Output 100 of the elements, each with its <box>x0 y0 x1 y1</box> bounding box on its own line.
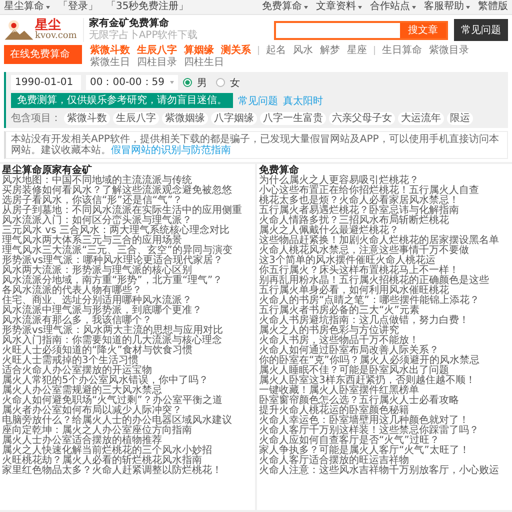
article-link[interactable]: 别再乱用粉水晶！五行属火招桃花的正确颜色是这些 <box>259 276 510 286</box>
article-link[interactable]: 一键收藏！属火人卧室摆件红黑榜单 <box>259 386 510 396</box>
date-field[interactable]: 1990-01-01 <box>11 75 81 90</box>
article-link[interactable]: 风水流派有那么多，我该信哪个？ <box>2 316 253 326</box>
submit-button[interactable]: 免费测算，仅供娱乐参考研究，请勿盲目迷信。 <box>11 93 233 108</box>
article-link[interactable]: 火旺桃花劫？属火人必看的斩烂桃花风水指南 <box>2 456 253 466</box>
nav-link[interactable]: 紫微生日 <box>90 57 130 68</box>
article-link[interactable]: 提升火命人桃花运的卧室颜色秘籍 <box>259 406 510 416</box>
nav-link[interactable]: 四柱目录 <box>137 57 177 68</box>
caret-icon <box>466 6 470 8</box>
top-menu-link[interactable]: 免费算命 <box>262 1 308 13</box>
tag: 八字姻缘 <box>211 112 257 124</box>
article-link[interactable]: 火旺人士必须知道的“降火”食材与饮食习惯 <box>2 346 253 356</box>
article-link[interactable]: 火命人如何避免职场“火气过剩”？办公室平衡之道 <box>2 396 253 406</box>
article-link[interactable]: 属火之人佩戴什么最避烂桃花？ <box>259 226 510 236</box>
top-menu-link[interactable]: 合作站点 <box>370 1 416 13</box>
article-link[interactable]: 火命人注意：这些风水吉祥物千万别放客厅，小心败运 <box>259 466 510 476</box>
article-link[interactable]: 火命人的书房“点睛之笔”：哪些摆件能锦上添花？ <box>259 296 510 306</box>
nav-link[interactable]: 生日算命 <box>382 45 422 56</box>
article-link[interactable]: 这些物品赶紧换！加剧火命人烂桃花的居家摆设黑名单 <box>259 236 510 246</box>
nav-link[interactable]: 起名 <box>266 45 286 56</box>
article-link[interactable]: 风水地图：中国不同地域的主流流派与传统 <box>2 176 253 186</box>
nav-link[interactable]: 解梦 <box>320 45 340 56</box>
article-link[interactable]: 电脑旁放什么？给属火人士的办公电器区域风水建议 <box>2 416 253 426</box>
tag: 八字一生富贵 <box>260 112 326 124</box>
article-link[interactable]: 适合火命人办公室摆放的开运宝物 <box>2 366 253 376</box>
article-link[interactable]: 风水流派入门：如何区分峦头派与理气派？ <box>2 216 253 226</box>
article-link[interactable]: 座向定乾坤：属火之人办公室座位方向指南 <box>2 426 253 436</box>
top-menu-link[interactable]: 星尘算命 <box>4 1 50 13</box>
top-menu-link[interactable]: 「登录」 <box>58 1 98 13</box>
article-link[interactable]: 风水流派分地域，南方重“形势”，北方重“理气”？ <box>2 276 253 286</box>
article-link[interactable]: 家里红色物品太多？火命人赶紧调整以防烂桃花！ <box>2 466 253 476</box>
article-link[interactable]: 属火人常犯的5个办公室风水错误，你中了吗？ <box>2 376 253 386</box>
article-link[interactable]: 小心这些布置正在给你招烂桃花！五行属火人自查 <box>259 186 510 196</box>
article-link[interactable]: 五行属火者易遇烂桃花？卧室忌讳与化解指南 <box>259 206 510 216</box>
article-link[interactable]: 风水入门指南：你需要知道的几大流派与核心理念 <box>2 336 253 346</box>
notice-text: 本站没有开发相关APP软件，提供相关下载的都是骗子，已发现大量假冒网站及APP，可以使用手机直接访问本网站。建议收藏本站。假冒网站的识别与防范指南 <box>4 131 508 159</box>
article-link[interactable]: 五行属火单身必看，如何利用风水催旺桃花 <box>259 286 510 296</box>
article-link[interactable]: 属火之人的书房色彩与方位讲究 <box>259 326 510 336</box>
article-link[interactable]: 火命人书房避坑指南：这几点做错，努力白费！ <box>259 316 510 326</box>
article-link[interactable]: 属火人办公室需规避的三大风水禁忌 <box>2 386 253 396</box>
top-menu-link[interactable]: 客服帮助 <box>424 1 470 13</box>
article-link[interactable]: 属火人睡眠不佳？可能是卧室风水出了问题 <box>259 366 510 376</box>
article-link[interactable]: 属火人卧室这3样东西赶紧扔，否则越住越不顺！ <box>259 376 510 386</box>
article-link[interactable]: 形势派vs理气派：哪种风水理论更适合现代家居？ <box>2 256 253 266</box>
faq-button[interactable]: 常见问题 <box>454 19 508 41</box>
tag: 六亲父母子女 <box>329 112 395 124</box>
nav-link[interactable]: 星座 <box>347 45 367 56</box>
article-link[interactable]: 火旺人士需戒掉的3个生活习惯 <box>2 356 253 366</box>
article-link[interactable]: 各风水流派的代表人物有哪些？ <box>2 286 253 296</box>
article-link[interactable]: 为什么属火之人更容易吸引烂桃花？ <box>259 176 510 186</box>
article-link[interactable]: 火命人如何通过卧室布局改善人际关系？ <box>259 346 510 356</box>
article-link[interactable]: 火命人应如何自查客厅是否“火气”过旺？ <box>259 436 510 446</box>
article-link[interactable]: 属火人士办公室适合摆放的植物推荐 <box>2 436 253 446</box>
article-link[interactable]: 理气风水两大体系三元与三合的应用场景 <box>2 236 253 246</box>
article-link[interactable]: 理气风水三大流派“三元、三合、玄空”的异同与演变 <box>2 246 253 256</box>
nav-link[interactable]: 四柱生日 <box>184 57 224 68</box>
article-link[interactable]: 买房装修如何看风水？了解这些流派观念避免被忽悠 <box>2 186 253 196</box>
article-link[interactable]: 你的卧室在“克”你吗？属火人必须避开的风水禁忌 <box>259 356 510 366</box>
article-link[interactable]: 属火之人快速化解当前烂桃花的三个风水小妙招 <box>2 446 253 456</box>
article-link[interactable]: 火命人书房，这些物品千万不能放！ <box>259 336 510 346</box>
article-link[interactable]: 火命人客厅适合摆放的旺运吉祥物 <box>259 456 510 466</box>
top-menu-link[interactable]: 繁體版 <box>478 1 508 13</box>
tag: 大运流年 <box>398 112 444 124</box>
logo-text: 星尘 <box>35 19 61 32</box>
article-link[interactable]: 你五行属火？床头这样布置桃花马上不一样！ <box>259 266 510 276</box>
article-link[interactable]: 属火者办公室如何布局以减少人际冲突？ <box>2 406 253 416</box>
sun-mountain-icon <box>4 19 34 41</box>
article-link[interactable]: 形势派vs理气派：风水两大主流的思想与应用对比 <box>2 326 253 336</box>
caret-icon <box>304 6 308 8</box>
article-link[interactable]: 住宅、商业、选址分别适用哪种风水流派？ <box>2 296 253 306</box>
article-link[interactable]: 五行属火者书房必备的三大“火”元素 <box>259 306 510 316</box>
top-menu-link[interactable]: 文章资料 <box>316 1 362 13</box>
article-link[interactable]: 选房子看风水，你该信“形”还是信“气”？ <box>2 196 253 206</box>
article-link[interactable]: 风水两大流派：形势派与理气派的核心区别 <box>2 266 253 276</box>
radio-button[interactable] <box>183 78 192 87</box>
nav-link[interactable]: 风水 <box>293 45 313 56</box>
article-link[interactable]: 从房子到墓地：不同风水流派在实际生活中的应用侧重 <box>2 206 253 216</box>
panel-title: 免费算命 <box>259 166 300 176</box>
caret-icon <box>170 81 174 84</box>
nav-link[interactable]: 紫微目录 <box>429 45 469 56</box>
radio-label: 男 <box>197 76 207 90</box>
article-link[interactable]: 卧室窗帘颜色怎么选？五行属火人士必看攻略 <box>259 396 510 406</box>
tag: 限运 <box>447 112 473 124</box>
logo-domain: kvov.com <box>35 32 77 41</box>
article-link[interactable]: 火命人幸运色：卧室墙壁用这几种颜色就对了！ <box>259 416 510 426</box>
article-link[interactable]: 风水流派中理气派与形势派，到底哪个更准？ <box>2 306 253 316</box>
article-link[interactable]: 火命人情路多扰？三招风水布局斩断烂桃花 <box>259 216 510 226</box>
article-link[interactable]: 火命人客厅千万别这样装！这些禁忌你踩雷了吗？ <box>259 426 510 436</box>
top-menu-link[interactable]: 「35秒免费注册」 <box>106 1 189 13</box>
article-link[interactable]: 桃花太多也是烦？火命人必看家居风水禁忌！ <box>259 196 510 206</box>
article-link[interactable]: 火命人桃花风水禁忌，注意这些事情千万不要做 <box>259 246 510 256</box>
includes-label: 包含项目： <box>11 112 61 125</box>
site-title: 家有金矿免费算命 <box>88 18 170 30</box>
article-link[interactable]: 家人争执多？可能是属火人客厅“火气”太旺了！ <box>259 446 510 456</box>
article-link[interactable]: 三元风水 vs 三合风水：两大理气系统核心理念对比 <box>2 226 253 236</box>
time-select[interactable]: 00：00-00：59 <box>86 75 178 90</box>
article-link[interactable]: 这3个简单的风水摆件催旺火命人桃花运 <box>259 256 510 266</box>
radio-button[interactable] <box>216 78 225 87</box>
tag: 紫微斗数 <box>64 112 110 124</box>
